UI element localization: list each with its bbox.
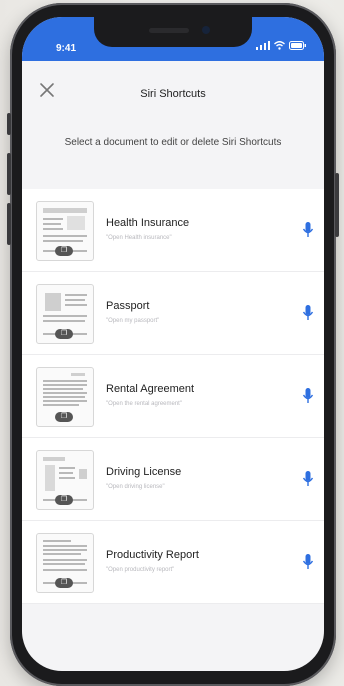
- document-subtitle: "Open my passport": [106, 318, 160, 324]
- document-row[interactable]: ❐ Productivity Report "Open productivity…: [22, 521, 324, 604]
- power-button: [335, 173, 339, 237]
- document-thumbnail: ❐: [36, 450, 94, 510]
- document-title: Rental Agreement: [106, 383, 195, 395]
- page-count-badge: ❐: [55, 329, 73, 339]
- volume-down-button: [7, 203, 11, 245]
- battery-icon: [289, 41, 306, 50]
- page-count-badge: ❐: [55, 578, 73, 588]
- document-title: Passport: [106, 300, 150, 312]
- volume-up-button: [7, 153, 11, 195]
- document-title: Productivity Report: [106, 549, 199, 561]
- notch: [94, 17, 252, 47]
- wifi-icon: [274, 41, 285, 50]
- status-icons: [256, 41, 306, 50]
- front-camera: [202, 26, 210, 34]
- document-thumbnail: ❐: [36, 201, 94, 261]
- microphone-icon[interactable]: [302, 304, 314, 322]
- document-subtitle: "Open productivity report": [106, 567, 175, 573]
- document-thumbnail: ❐: [36, 284, 94, 344]
- document-thumbnail: ❐: [36, 533, 94, 593]
- document-subtitle: "Open Health insurance": [106, 235, 172, 241]
- microphone-icon[interactable]: [302, 387, 314, 405]
- document-subtitle: "Open the rental agreement": [106, 401, 182, 407]
- instructions-text: Select a document to edit or delete Siri…: [64, 137, 282, 148]
- page-count-badge: ❐: [55, 495, 73, 505]
- document-list: ❐ Health Insurance "Open Health insuranc…: [22, 189, 324, 604]
- document-row[interactable]: ❐ Health Insurance "Open Health insuranc…: [22, 189, 324, 272]
- document-row[interactable]: ❐ Passport "Open my passport": [22, 272, 324, 355]
- cellular-signal-icon: [256, 41, 270, 50]
- navigation-bar: Siri Shortcuts: [22, 61, 324, 113]
- document-title: Driving License: [106, 466, 182, 478]
- document-row[interactable]: ❐ Driving License "Open driving license": [22, 438, 324, 521]
- document-thumbnail: ❐: [36, 367, 94, 427]
- document-row[interactable]: ❐ Rental Agreement "Open the rental agre…: [22, 355, 324, 438]
- phone-screen: 9:41 Siri Shortcuts Select a document to…: [22, 17, 324, 671]
- mute-switch: [7, 113, 11, 135]
- document-subtitle: "Open driving license": [106, 484, 165, 490]
- page-count-badge: ❐: [55, 412, 73, 422]
- document-title: Health Insurance: [106, 217, 190, 229]
- page-count-badge: ❐: [55, 246, 73, 256]
- status-time: 9:41: [56, 43, 77, 54]
- page-title: Siri Shortcuts: [140, 88, 206, 100]
- microphone-icon[interactable]: [302, 221, 314, 239]
- microphone-icon[interactable]: [302, 553, 314, 571]
- microphone-icon[interactable]: [302, 470, 314, 488]
- speaker-grille: [149, 28, 189, 33]
